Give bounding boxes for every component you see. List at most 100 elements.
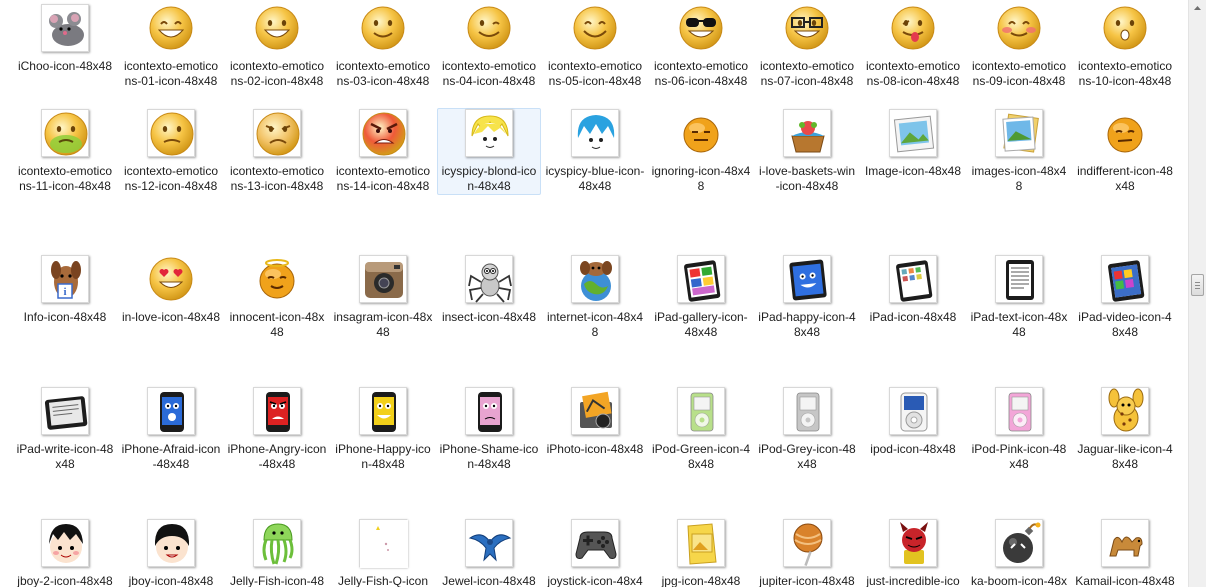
lollipop-icon	[783, 519, 831, 567]
file-item[interactable]: iChoo-icon-48x48	[13, 3, 117, 75]
file-item[interactable]: iPod-Grey-icon-48x48	[755, 386, 859, 473]
file-item[interactable]: iPad-gallery-icon-48x48	[649, 254, 753, 341]
file-name-label: iChoo-icon-48x48	[17, 59, 113, 73]
ipod-green-icon	[677, 387, 725, 435]
file-item[interactable]: iPad-video-icon-48x48	[1073, 254, 1177, 341]
file-item[interactable]: icontexto-emoticons-02-icon-48x48	[225, 3, 329, 90]
file-item[interactable]: iPod-Green-icon-48x48	[649, 386, 753, 473]
file-item[interactable]: iPhone-Afraid-icon-48x48	[119, 386, 223, 473]
file-name-label: iPad-happy-icon-48x48	[758, 310, 856, 339]
file-item[interactable]: internet-icon-48x48	[543, 254, 647, 341]
smiley-sunglasses-icon	[677, 4, 725, 52]
file-item[interactable]: iPad-text-icon-48x48	[967, 254, 1071, 341]
file-name-label: icontexto-emoticons-08-icon-48x48	[865, 59, 961, 88]
file-item[interactable]: jboy-2-icon-48x48	[13, 518, 117, 587]
file-name-label: icontexto-emoticons-07-icon-48x48	[759, 59, 855, 88]
file-name-label: icontexto-emoticons-05-icon-48x48	[547, 59, 643, 88]
file-item[interactable]: iPad-icon-48x48	[861, 254, 965, 326]
file-name-label: Jewel-icon-48x48	[442, 574, 536, 587]
orange-ignoring-icon	[677, 109, 725, 157]
file-name-label: iPhone-Afraid-icon-48x48	[121, 442, 221, 471]
file-name-label: iPod-Pink-icon-48x48	[971, 442, 1067, 471]
file-item[interactable]: jupiter-icon-48x48	[755, 518, 859, 587]
file-item[interactable]: insagram-icon-48x48	[331, 254, 435, 341]
file-item[interactable]: icontexto-emoticons-13-icon-48x48	[225, 108, 329, 195]
file-item[interactable]: icyspicy-blue-icon-48x48	[543, 108, 647, 195]
file-item[interactable]: iPhoto-icon-48x48	[543, 386, 647, 458]
file-item[interactable]: indifferent-icon-48x48	[1073, 108, 1177, 195]
file-name-label: indifferent-icon-48x48	[1077, 164, 1173, 193]
file-item[interactable]: Kamail-icon-48x48	[1073, 518, 1177, 587]
file-name-label: Jelly-Fish-Q-icon	[337, 574, 428, 587]
file-item[interactable]: iPod-Pink-icon-48x48	[967, 386, 1071, 473]
smiley-tongue-icon	[889, 4, 937, 52]
ipad-text-icon	[995, 255, 1043, 303]
file-item[interactable]: Image-icon-48x48	[861, 108, 965, 180]
file-item[interactable]: icontexto-emoticons-14-icon-48x48	[331, 108, 435, 195]
ipod-grey-icon	[783, 387, 831, 435]
file-item[interactable]: icyspicy-blond-icon-48x48	[437, 108, 541, 195]
scroll-up-arrow-icon[interactable]	[1189, 0, 1206, 17]
file-item[interactable]: iPhone-Happy-icon-48x48	[331, 386, 435, 473]
file-item[interactable]: icontexto-emoticons-11-icon-48x48	[13, 108, 117, 195]
file-item[interactable]: icontexto-emoticons-06-icon-48x48	[649, 3, 753, 90]
file-item[interactable]: i Info-icon-48x48	[13, 254, 117, 326]
smiley-angry-icon	[359, 109, 407, 157]
file-name-label: icontexto-emoticons-10-icon-48x48	[1077, 59, 1173, 88]
file-item[interactable]: icontexto-emoticons-03-icon-48x48	[331, 3, 435, 90]
file-item[interactable]: images-icon-48x48	[967, 108, 1071, 195]
smiley-glasses-icon	[783, 4, 831, 52]
file-name-label: iPad-video-icon-48x48	[1078, 310, 1172, 339]
file-item[interactable]: iPad-happy-icon-48x48	[755, 254, 859, 341]
phone-shame-icon	[465, 387, 513, 435]
smiley-happy-icon	[571, 4, 619, 52]
file-item[interactable]: jpg-icon-48x48	[649, 518, 753, 587]
file-name-label: iPhone-Happy-icon-48x48	[335, 442, 431, 471]
file-item[interactable]: iPhone-Angry-icon-48x48	[225, 386, 329, 473]
devil-icon	[889, 519, 937, 567]
file-item[interactable]: icontexto-emoticons-09-icon-48x48	[967, 3, 1071, 90]
file-item[interactable]: icontexto-emoticons-01-icon-48x48	[119, 3, 223, 90]
file-item[interactable]: Jelly-Fish-icon-48x48	[225, 518, 329, 587]
file-item[interactable]: Jewel-icon-48x48	[437, 518, 541, 587]
file-item[interactable]: icontexto-emoticons-04-icon-48x48	[437, 3, 541, 90]
file-name-label: icontexto-emoticons-02-icon-48x48	[229, 59, 325, 88]
file-item[interactable]: icontexto-emoticons-07-icon-48x48	[755, 3, 859, 90]
iphoto-icon	[571, 387, 619, 435]
file-item[interactable]: just-incredible-icon	[861, 518, 965, 587]
file-item[interactable]: i-love-baskets-win-icon-48x48	[755, 108, 859, 195]
file-item[interactable]: iPhone-Shame-icon-48x48	[437, 386, 541, 473]
phone-happy-icon	[359, 387, 407, 435]
file-name-label: icontexto-emoticons-03-icon-48x48	[335, 59, 431, 88]
file-name-label: images-icon-48x48	[971, 164, 1067, 193]
file-item[interactable]: Jelly-Fish-Q-icon	[331, 518, 435, 587]
scrollbar-thumb[interactable]	[1191, 274, 1204, 296]
file-item[interactable]: ignoring-icon-48x48	[649, 108, 753, 195]
file-name-label: icontexto-emoticons-11-icon-48x48	[17, 164, 113, 193]
file-item[interactable]: icontexto-emoticons-05-icon-48x48	[543, 3, 647, 90]
file-name-label: jpg-icon-48x48	[661, 574, 741, 587]
file-item[interactable]: iPad-write-icon-48x48	[13, 386, 117, 473]
phone-angry-icon	[253, 387, 301, 435]
file-name-label: Jelly-Fish-icon-48x48	[229, 574, 325, 587]
file-item[interactable]: icontexto-emoticons-10-icon-48x48	[1073, 3, 1177, 90]
file-item[interactable]: joystick-icon-48x48	[543, 518, 647, 587]
file-name-label: i-love-baskets-win-icon-48x48	[758, 164, 856, 193]
file-item[interactable]: ipod-icon-48x48	[861, 386, 965, 458]
jboy-icon	[147, 519, 195, 567]
file-item[interactable]: icontexto-emoticons-08-icon-48x48	[861, 3, 965, 90]
file-item[interactable]: innocent-icon-48x48	[225, 254, 329, 341]
vertical-scrollbar[interactable]	[1188, 0, 1206, 587]
file-item[interactable]: ka-boom-icon-48x48	[967, 518, 1071, 587]
file-item[interactable]: insect-icon-48x48	[437, 254, 541, 326]
file-name-label: icyspicy-blond-icon-48x48	[441, 164, 537, 193]
file-item[interactable]: in-love-icon-48x48	[119, 254, 223, 326]
camera-icon	[359, 255, 407, 303]
icon-grid-view: iChoo-icon-48x48 icontexto-emoticons-01-i…	[0, 0, 1188, 587]
bird-icon	[465, 519, 513, 567]
smiley-love-icon	[147, 255, 195, 303]
file-item[interactable]: icontexto-emoticons-12-icon-48x48	[119, 108, 223, 195]
file-name-label: jboy-icon-48x48	[128, 574, 214, 587]
file-item[interactable]: Jaguar-like-icon-48x48	[1073, 386, 1177, 473]
file-item[interactable]: jboy-icon-48x48	[119, 518, 223, 587]
